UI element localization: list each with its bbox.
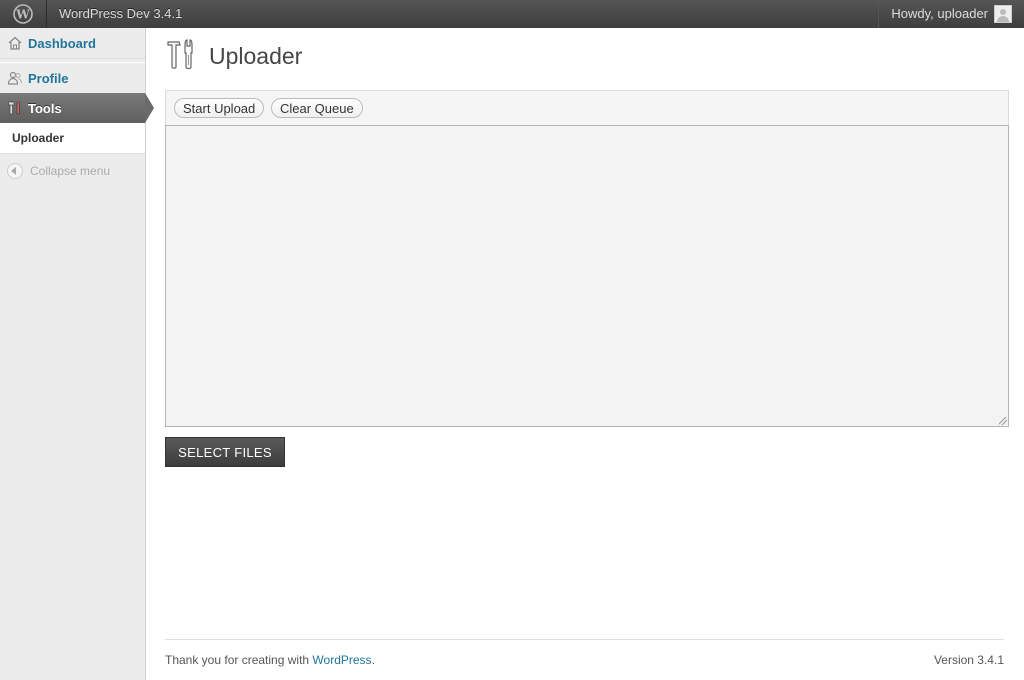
admin-bar: W WordPress Dev 3.4.1 Howdy, uploader <box>0 0 1024 28</box>
menu-item-dashboard[interactable]: Dashboard <box>0 28 145 59</box>
footer: Thank you for creating with WordPress. V… <box>165 639 1004 680</box>
menu-label-dashboard: Dashboard <box>28 35 96 51</box>
wordpress-logo-icon[interactable]: W <box>0 0 47 28</box>
collapse-menu-button[interactable]: Collapse menu <box>0 158 145 184</box>
submenu-item-uploader[interactable]: Uploader <box>12 123 64 153</box>
tools-submenu: Uploader <box>0 123 145 154</box>
users-icon <box>7 70 23 86</box>
menu-label-tools: Tools <box>28 100 62 116</box>
start-upload-button[interactable]: Start Upload <box>174 98 265 118</box>
house-icon <box>7 35 23 51</box>
footer-version: Version 3.4.1 <box>933 653 1004 667</box>
select-files-button[interactable]: SELECT FILES <box>165 437 285 467</box>
footer-thanks-text: Thank you for creating with <box>165 653 310 667</box>
my-account-menu[interactable]: Howdy, uploader <box>878 0 1024 28</box>
menu-item-tools[interactable]: Tools <box>0 93 154 123</box>
wordpress-link[interactable]: WordPress <box>312 653 371 667</box>
uploader-toolbar: Start Upload Clear Queue <box>165 90 1009 125</box>
footer-thanks: Thank you for creating with WordPress. <box>165 653 375 667</box>
tools-icon <box>165 37 199 76</box>
footer-period: . <box>371 653 375 667</box>
site-name-link[interactable]: WordPress Dev 3.4.1 <box>47 0 194 28</box>
user-avatar-icon <box>994 5 1012 23</box>
menu-label-profile: Profile <box>28 70 69 86</box>
clear-queue-button[interactable]: Clear Queue <box>271 98 363 118</box>
svg-text:W: W <box>15 8 30 22</box>
howdy-greeting: Howdy, uploader <box>891 6 988 21</box>
collapse-menu-label: Collapse menu <box>30 164 111 178</box>
collapse-arrow-icon <box>7 163 23 179</box>
page-header: Uploader <box>165 36 302 76</box>
upload-queue-area[interactable] <box>165 125 1009 427</box>
tools-icon <box>7 100 23 116</box>
resize-grip-icon[interactable] <box>999 417 1007 425</box>
menu-item-profile[interactable]: Profile <box>0 62 145 94</box>
page-title: Uploader <box>209 42 303 69</box>
